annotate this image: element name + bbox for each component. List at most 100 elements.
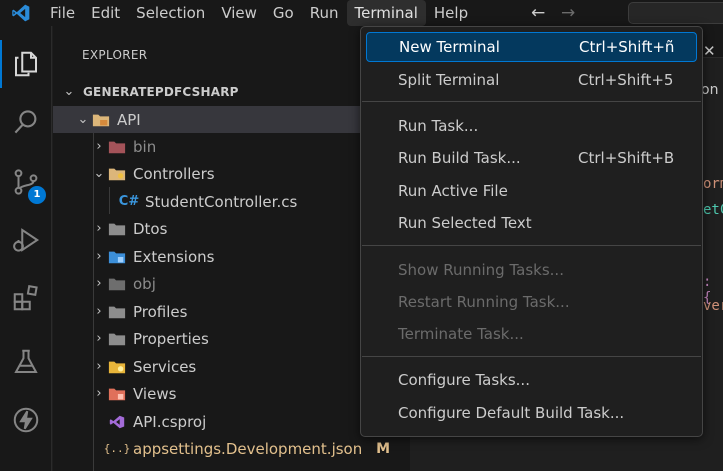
chevron-right-icon: › — [96, 249, 102, 264]
folder-icon — [107, 303, 127, 321]
tree-folder-properties[interactable]: › Properties — [53, 325, 410, 352]
menu-run-selected-text[interactable]: Run Selected Text — [366, 208, 697, 238]
tree-label: obj — [133, 274, 156, 293]
menu-item-label: Show Running Tasks... — [398, 261, 564, 279]
tree-label: Profiles — [133, 302, 188, 321]
menu-run[interactable]: Run — [302, 0, 347, 26]
search-icon[interactable] — [10, 106, 42, 138]
menu-run-task[interactable]: Run Task... — [366, 111, 697, 141]
editor-code-fragment: etC — [703, 202, 723, 218]
menu-show-running-tasks: Show Running Tasks... — [366, 255, 697, 285]
command-center[interactable] — [628, 2, 723, 24]
editor-text-fragment: on — [701, 82, 719, 98]
testing-flask-icon[interactable] — [10, 346, 42, 378]
folder-services-icon — [107, 358, 127, 376]
tree-file-appsettings-dev[interactable]: {..} appsettings.Development.json M — [53, 435, 410, 462]
back-arrow-icon[interactable]: ← — [528, 3, 548, 23]
tree-folder-controllers[interactable]: ⌄ Controllers — [53, 160, 410, 187]
menu-item-shortcut: Ctrl+Shift+ñ — [579, 38, 675, 56]
folder-extensions-icon — [107, 248, 127, 266]
chevron-down-icon: ⌄ — [63, 84, 75, 99]
vscode-logo-icon — [8, 0, 34, 26]
editor-code-fragment: orm — [703, 176, 723, 192]
menu-edit[interactable]: Edit — [83, 0, 128, 26]
menu-item-shortcut: Ctrl+Shift+B — [578, 149, 675, 167]
tree-folder-extensions[interactable]: › Extensions — [53, 243, 410, 270]
modified-badge: M — [376, 440, 390, 457]
menu-run-build-task[interactable]: Run Build Task... Ctrl+Shift+B — [366, 143, 697, 173]
menu-terminate-task: Terminate Task... — [366, 319, 697, 349]
menu-new-terminal[interactable]: New Terminal Ctrl+Shift+ñ — [366, 32, 697, 62]
menu-item-shortcut: Ctrl+Shift+5 — [578, 71, 674, 89]
folder-api-icon — [91, 111, 111, 129]
thunder-client-icon[interactable] — [10, 404, 42, 436]
tree-folder-dtos[interactable]: › Dtos — [53, 215, 410, 242]
tree-file-csproj[interactable]: API.csproj — [53, 408, 410, 435]
tree-label: Controllers — [133, 164, 215, 183]
chevron-right-icon: › — [96, 276, 102, 291]
menu-separator — [362, 101, 701, 102]
tree-label: API.csproj — [133, 412, 207, 431]
tree-folder-profiles[interactable]: › Profiles — [53, 298, 410, 325]
json-file-icon: {..} — [103, 442, 131, 455]
menu-item-label: Split Terminal — [398, 71, 500, 89]
menu-view[interactable]: View — [213, 0, 265, 26]
active-indicator — [0, 40, 2, 88]
chevron-down-icon: ⌄ — [77, 112, 89, 127]
tree-folder-services[interactable]: › Services — [53, 353, 410, 380]
csharp-file-icon: C# — [118, 194, 140, 209]
chevron-right-icon: › — [96, 331, 102, 346]
chevron-right-icon: › — [96, 386, 102, 401]
forward-arrow-icon[interactable]: → — [558, 3, 578, 23]
folder-bin-icon — [107, 138, 127, 156]
tree-label: Extensions — [133, 247, 215, 266]
tree-folder-obj[interactable]: › obj — [53, 270, 410, 297]
menu-terminal[interactable]: Terminal — [346, 0, 426, 26]
terminal-menu: New Terminal Ctrl+Shift+ñ Split Terminal… — [360, 26, 703, 437]
menu-item-label: Run Build Task... — [398, 149, 521, 167]
folder-views-icon — [107, 385, 127, 403]
menu-configure-default-build-task[interactable]: Configure Default Build Task... — [366, 398, 697, 428]
menu-item-label: New Terminal — [399, 38, 500, 56]
menu-item-label: Run Selected Text — [398, 214, 532, 232]
tree-folder-bin[interactable]: › bin — [53, 133, 410, 160]
menu-file[interactable]: File — [42, 0, 83, 26]
menu-separator — [362, 356, 701, 357]
explorer-sidebar: EXPLORER ⌄ GENERATEPDFCSHARP ⌄ API › bin… — [53, 26, 410, 471]
menu-configure-tasks[interactable]: Configure Tasks... — [366, 365, 697, 395]
menu-item-label: Terminate Task... — [398, 325, 524, 343]
explorer-files-icon[interactable] — [10, 48, 42, 80]
title-bar: File Edit Selection View Go Run Terminal… — [0, 0, 723, 26]
chevron-right-icon: › — [96, 304, 102, 319]
tree-folder-api[interactable]: ⌄ API — [53, 106, 410, 133]
extensions-icon[interactable] — [10, 282, 42, 314]
menu-item-label: Configure Default Build Task... — [398, 404, 625, 422]
chevron-right-icon: › — [96, 139, 102, 154]
menu-item-label: Restart Running Task... — [398, 293, 570, 311]
chevron-down-icon: ⌄ — [93, 166, 105, 181]
tree-label: Services — [133, 357, 197, 376]
editor-code-fragment: ver — [703, 298, 723, 314]
menu-help[interactable]: Help — [426, 0, 476, 26]
run-debug-icon[interactable] — [10, 224, 42, 256]
menu-selection[interactable]: Selection — [128, 0, 213, 26]
tree-label: appsettings.Development.json — [133, 439, 363, 458]
close-icon[interactable]: ✕ — [703, 42, 716, 60]
chevron-right-icon: › — [96, 359, 102, 374]
source-control-badge: 1 — [28, 186, 46, 204]
tree-label: API — [117, 110, 141, 129]
menu-split-terminal[interactable]: Split Terminal Ctrl+Shift+5 — [366, 65, 697, 95]
tree-label: Dtos — [133, 219, 168, 238]
folder-icon — [107, 275, 127, 293]
tree-folder-views[interactable]: › Views — [53, 380, 410, 407]
tree-label: bin — [133, 137, 157, 156]
menu-run-active-file[interactable]: Run Active File — [366, 176, 697, 206]
folder-icon — [107, 330, 127, 348]
menu-item-label: Run Task... — [398, 117, 479, 135]
menu-go[interactable]: Go — [265, 0, 302, 26]
root-folder-label: GENERATEPDFCSHARP — [83, 84, 239, 99]
tree-root[interactable]: ⌄ GENERATEPDFCSHARP — [53, 78, 410, 105]
tree-label: StudentController.cs — [145, 192, 298, 211]
tree-file-studentcontroller[interactable]: C# StudentController.cs — [53, 188, 410, 215]
menu-item-label: Configure Tasks... — [398, 371, 530, 389]
